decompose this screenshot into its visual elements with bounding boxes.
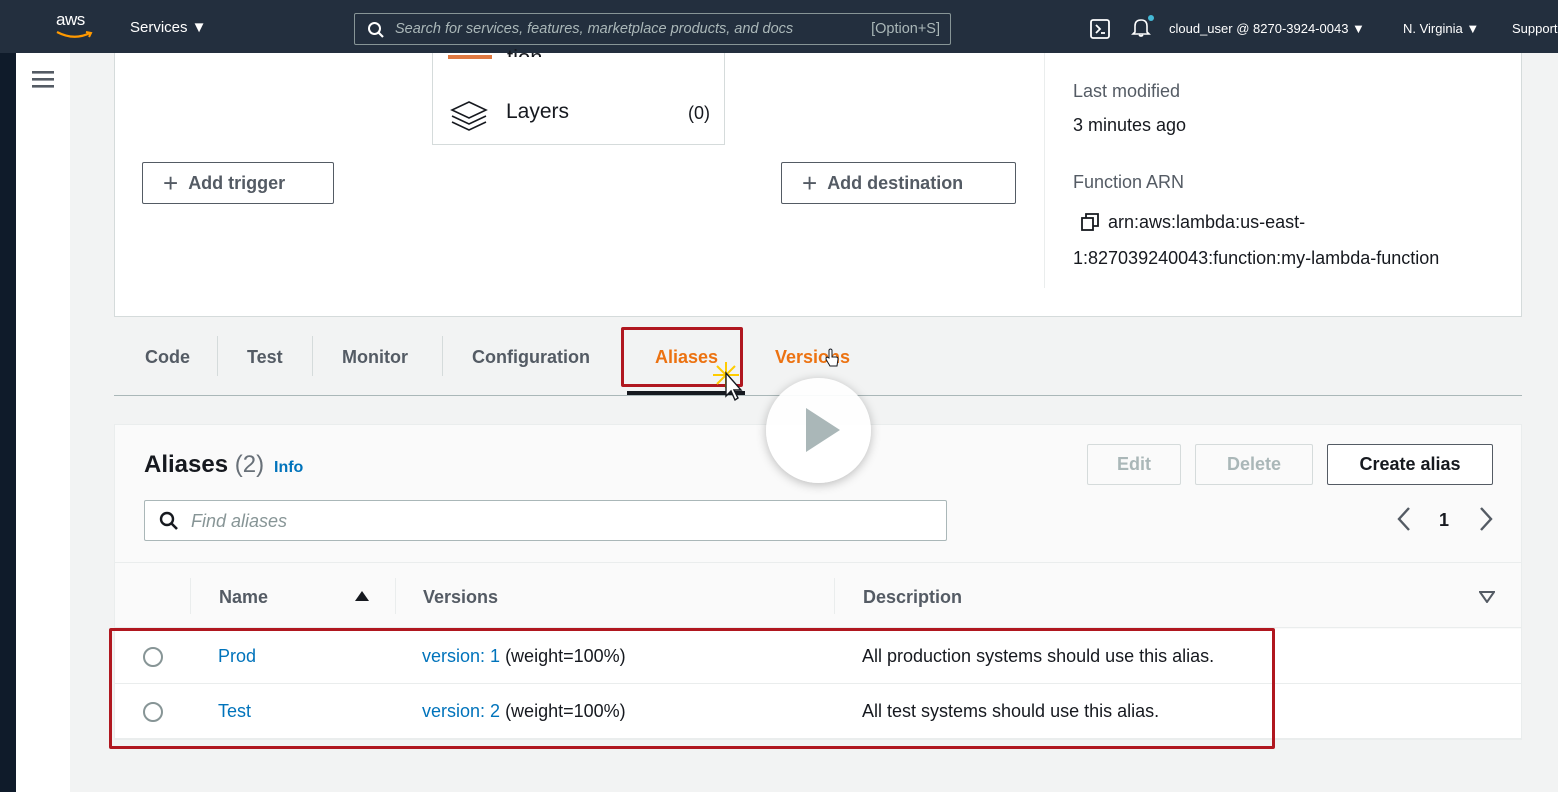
hamburger-menu-icon[interactable] xyxy=(32,70,54,88)
column-header-name[interactable]: Name xyxy=(219,587,268,608)
plus-icon: + xyxy=(802,168,818,198)
column-header-versions[interactable]: Versions xyxy=(423,587,498,608)
tab-monitor[interactable]: Monitor xyxy=(342,347,408,368)
aws-logo[interactable]: aws xyxy=(56,10,96,44)
tab-separator xyxy=(442,336,443,376)
previous-page-icon[interactable] xyxy=(1395,506,1413,532)
lambda-accent-bar xyxy=(448,55,492,59)
tab-separator xyxy=(312,336,313,376)
tab-code[interactable]: Code xyxy=(145,347,190,368)
edit-button[interactable]: Edit xyxy=(1087,444,1181,485)
click-cursor-icon xyxy=(713,362,743,402)
search-icon xyxy=(368,22,384,38)
sort-ascending-icon[interactable] xyxy=(354,590,370,602)
find-aliases-input[interactable]: Find aliases xyxy=(144,500,947,541)
aliases-title: Aliases xyxy=(144,451,229,478)
create-alias-button[interactable]: Create alias xyxy=(1327,444,1493,485)
function-arn-line2: 1:827039240043:function:my-lambda-functi… xyxy=(1073,248,1440,268)
video-play-button[interactable] xyxy=(766,378,871,483)
search-placeholder: Search for services, features, marketpla… xyxy=(395,21,794,37)
info-link[interactable]: Info xyxy=(274,459,303,477)
aws-logo-text: aws xyxy=(56,10,85,29)
layers-icon xyxy=(450,101,488,131)
top-navigation-bar: aws Services ▼ Search for services, feat… xyxy=(0,0,1558,53)
next-page-icon[interactable] xyxy=(1477,506,1495,532)
column-separator xyxy=(190,578,191,614)
copy-icon[interactable] xyxy=(1080,212,1100,232)
account-menu[interactable]: cloud_user @ 8270-3924-0043 ▼ xyxy=(1169,21,1365,36)
aws-smile-icon xyxy=(56,31,93,38)
last-modified-label: Last modified xyxy=(1073,81,1181,101)
function-card[interactable]: tion Layers (0) xyxy=(432,45,725,145)
window-edge xyxy=(0,53,16,792)
column-separator xyxy=(395,578,396,614)
tab-test[interactable]: Test xyxy=(247,347,283,368)
find-aliases-placeholder: Find aliases xyxy=(191,511,288,531)
tab-separator xyxy=(217,336,218,376)
cloudshell-icon[interactable] xyxy=(1090,19,1110,39)
current-page-number[interactable]: 1 xyxy=(1439,510,1449,531)
function-arn-label: Function ARN xyxy=(1073,172,1185,192)
services-menu[interactable]: Services ▼ xyxy=(130,19,207,36)
hand-cursor-icon xyxy=(825,348,839,367)
column-header-description[interactable]: Description xyxy=(863,587,962,608)
search-shortcut: [Option+S] xyxy=(871,21,940,37)
layers-label[interactable]: Layers xyxy=(506,100,569,124)
play-icon xyxy=(806,408,840,452)
alias-rows-highlight xyxy=(109,628,1275,749)
add-destination-label: Add destination xyxy=(827,172,964,193)
add-destination-button[interactable]: + Add destination xyxy=(781,162,1016,204)
search-icon xyxy=(159,511,178,530)
tab-configuration[interactable]: Configuration xyxy=(472,347,590,368)
add-trigger-label: Add trigger xyxy=(188,172,286,193)
notifications-bell-icon[interactable] xyxy=(1131,15,1154,42)
aliases-table-header: Name Versions Description xyxy=(115,562,1521,628)
page-footer-band xyxy=(70,770,1558,792)
sort-descending-icon[interactable] xyxy=(1479,591,1495,603)
function-name-partial: tion xyxy=(507,45,542,57)
column-separator xyxy=(834,578,835,614)
plus-icon: + xyxy=(163,168,179,198)
global-search-input[interactable]: Search for services, features, marketpla… xyxy=(354,13,951,45)
last-modified-value: 3 minutes ago xyxy=(1073,115,1187,135)
region-selector[interactable]: N. Virginia ▼ xyxy=(1403,21,1479,36)
delete-button[interactable]: Delete xyxy=(1195,444,1313,485)
support-menu[interactable]: Support xyxy=(1512,21,1558,36)
aliases-heading: Aliases (2) xyxy=(144,451,264,479)
overview-divider xyxy=(1044,53,1045,288)
layers-count: (0) xyxy=(688,103,710,123)
function-arn-line1: arn:aws:lambda:us-east- xyxy=(1108,212,1306,232)
aliases-count: (2) xyxy=(234,451,265,478)
add-trigger-button[interactable]: + Add trigger xyxy=(142,162,334,204)
